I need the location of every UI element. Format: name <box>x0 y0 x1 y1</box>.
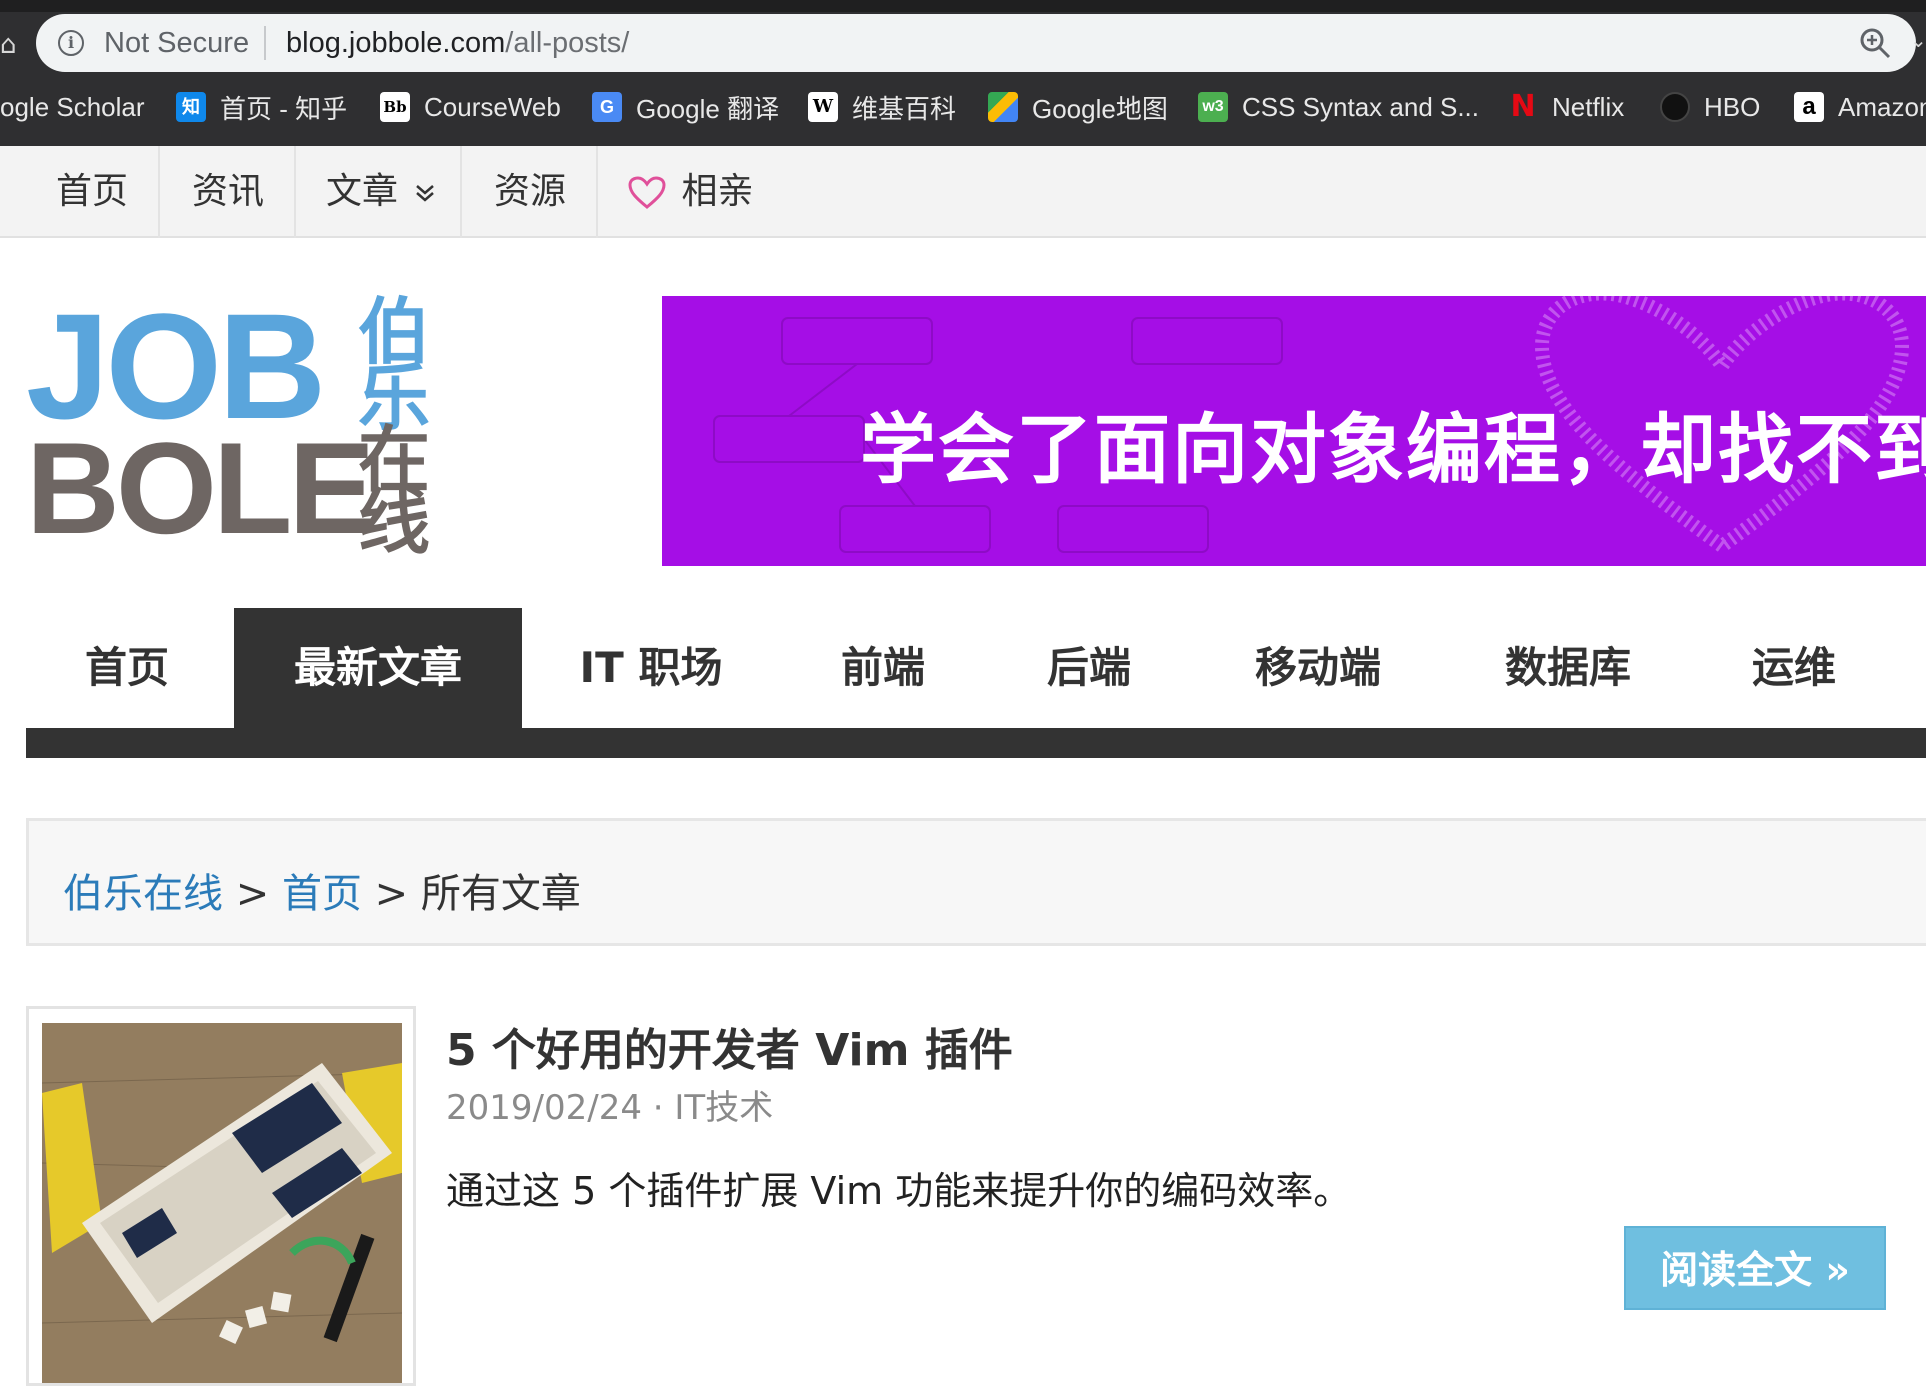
topnav-articles[interactable]: 文章 <box>326 146 437 238</box>
topnav-divider <box>158 146 160 238</box>
site-topbar: 首页 资讯 文章 资源 相亲 <box>0 146 1926 238</box>
bookmark-label: CSS Syntax and S... <box>1242 91 1480 122</box>
bookmark-google-translate[interactable]: G Google 翻译 <box>592 84 779 130</box>
mainnav-database[interactable]: 数据库 <box>1446 608 1690 728</box>
w3schools-icon: w3 <box>1198 92 1228 122</box>
security-status[interactable]: Not Secure <box>104 27 249 60</box>
back-arrow-icon[interactable]: ⌂ <box>0 30 17 60</box>
topnav-divider <box>294 146 296 238</box>
post-excerpt: 通过这 5 个插件扩展 Vim 功能来提升你的编码效率。 <box>446 1169 1352 1213</box>
mainnav-home[interactable]: 首页 <box>26 608 228 728</box>
post-title[interactable]: 5 个好用的开发者 Vim 插件 <box>446 1014 1013 1078</box>
breadcrumb-current: 所有文章 <box>420 871 581 917</box>
post-category[interactable]: IT技术 <box>674 1088 773 1128</box>
bookmark-label: Google地图 <box>1032 93 1168 124</box>
bookmark-netflix[interactable]: N Netflix <box>1508 84 1624 130</box>
double-chevron-down-icon <box>416 185 435 202</box>
mainnav-ops[interactable]: 运维 <box>1694 608 1894 728</box>
blackboard-icon: Bb <box>380 92 410 122</box>
address-divider <box>264 26 266 60</box>
breadcrumb: 伯乐在线 > 首页 > 所有文章 <box>26 818 1926 946</box>
topnav-divider <box>596 146 598 238</box>
heart-icon <box>628 176 666 209</box>
menu-caret-icon[interactable]: ⌄ <box>1910 28 1926 53</box>
breadcrumb-separator: > <box>235 871 270 917</box>
mainnav-frontend[interactable]: 前端 <box>780 608 986 728</box>
topnav-home[interactable]: 首页 <box>56 146 128 238</box>
breadcrumb-home-link[interactable]: 首页 <box>282 871 362 917</box>
bookmark-wikipedia[interactable]: W 维基百科 <box>808 84 956 130</box>
bookmark-label: Google 翻译 <box>636 93 780 124</box>
info-icon[interactable]: i <box>58 30 84 56</box>
bookmark-google-scholar[interactable]: ogle Scholar <box>0 84 145 130</box>
tab-strip <box>0 0 1926 12</box>
topnav-dating-label: 相亲 <box>681 171 754 212</box>
bookmark-amazon[interactable]: a Amazon <box>1794 84 1926 130</box>
ad-banner[interactable]: 学会了面向对象编程，却找不到对象 <box>662 296 1926 566</box>
mainnav-underline-bar <box>26 728 1926 758</box>
bookmark-label: HBO <box>1704 91 1761 122</box>
bookmark-hbo[interactable]: HBO <box>1660 84 1760 130</box>
post-meta-separator: · <box>652 1088 664 1128</box>
bookmark-label: Netflix <box>1552 91 1625 122</box>
mainnav-latest[interactable]: 最新文章 <box>234 608 522 728</box>
topnav-articles-label: 文章 <box>326 171 399 212</box>
netflix-icon: N <box>1510 89 1536 124</box>
logo-cn-char: 线 <box>358 480 431 564</box>
bookmark-google-maps[interactable]: Google地图 <box>988 84 1168 130</box>
banner-headline: 学会了面向对象编程，却找不到对象 <box>860 405 1926 494</box>
read-more-button[interactable]: 阅读全文 » <box>1624 1226 1886 1310</box>
topnav-divider <box>460 146 462 238</box>
bookmark-label: 维基百科 <box>852 93 957 124</box>
bookmarks-bar: ogle Scholar 知 首页 - 知乎 Bb CourseWeb G Go… <box>0 84 1926 130</box>
bookmark-label: ogle Scholar <box>0 91 145 122</box>
jobbole-logo[interactable]: JOB BOLE 伯 乐 在 线 <box>26 291 432 561</box>
topnav-resources[interactable]: 资源 <box>494 146 566 238</box>
keyboard-photo-illustration <box>42 1023 402 1383</box>
bookmark-label: CourseWeb <box>424 91 561 122</box>
logo-bole: BOLE <box>26 415 375 561</box>
url-host: blog.jobbole.com <box>286 27 506 59</box>
breadcrumb-trail: 伯乐在线 > 首页 > 所有文章 <box>63 861 581 919</box>
wikipedia-icon: W <box>808 92 838 122</box>
bookmark-label: Amazon <box>1838 91 1926 122</box>
url-path: /all-posts/ <box>505 27 630 59</box>
mainnav-backend[interactable]: 后端 <box>986 608 1192 728</box>
post-meta: 2019/02/24 · IT技术 <box>446 1080 773 1129</box>
bookmark-label: 首页 - 知乎 <box>220 93 348 124</box>
google-translate-icon: G <box>592 92 622 122</box>
breadcrumb-site-link[interactable]: 伯乐在线 <box>63 871 223 917</box>
mainnav-it-career[interactable]: IT 职场 <box>540 608 762 728</box>
bookmark-zhihu[interactable]: 知 首页 - 知乎 <box>176 84 347 130</box>
url-text[interactable]: blog.jobbole.com/all-posts/ <box>286 27 629 60</box>
breadcrumb-separator: > <box>374 871 409 917</box>
hbo-icon <box>1660 92 1690 122</box>
topnav-news[interactable]: 资讯 <box>192 146 264 238</box>
post-thumbnail[interactable] <box>26 1006 416 1386</box>
zhihu-icon: 知 <box>176 92 206 122</box>
bookmark-courseweb[interactable]: Bb CourseWeb <box>380 84 561 130</box>
post-thumbnail-image <box>42 1023 402 1383</box>
address-bar[interactable]: i Not Secure blog.jobbole.com/all-posts/ <box>36 14 1916 72</box>
topnav-dating[interactable]: 相亲 <box>628 146 753 238</box>
bookmark-w3schools[interactable]: w3 CSS Syntax and S... <box>1198 84 1479 130</box>
browser-chrome: ⌂ i Not Secure blog.jobbole.com/all-post… <box>0 0 1926 146</box>
google-maps-icon <box>988 92 1018 122</box>
mainnav-mobile[interactable]: 移动端 <box>1196 608 1440 728</box>
post-date: 2019/02/24 <box>446 1088 642 1128</box>
zoom-icon[interactable] <box>1858 26 1892 60</box>
amazon-icon: a <box>1794 92 1824 122</box>
